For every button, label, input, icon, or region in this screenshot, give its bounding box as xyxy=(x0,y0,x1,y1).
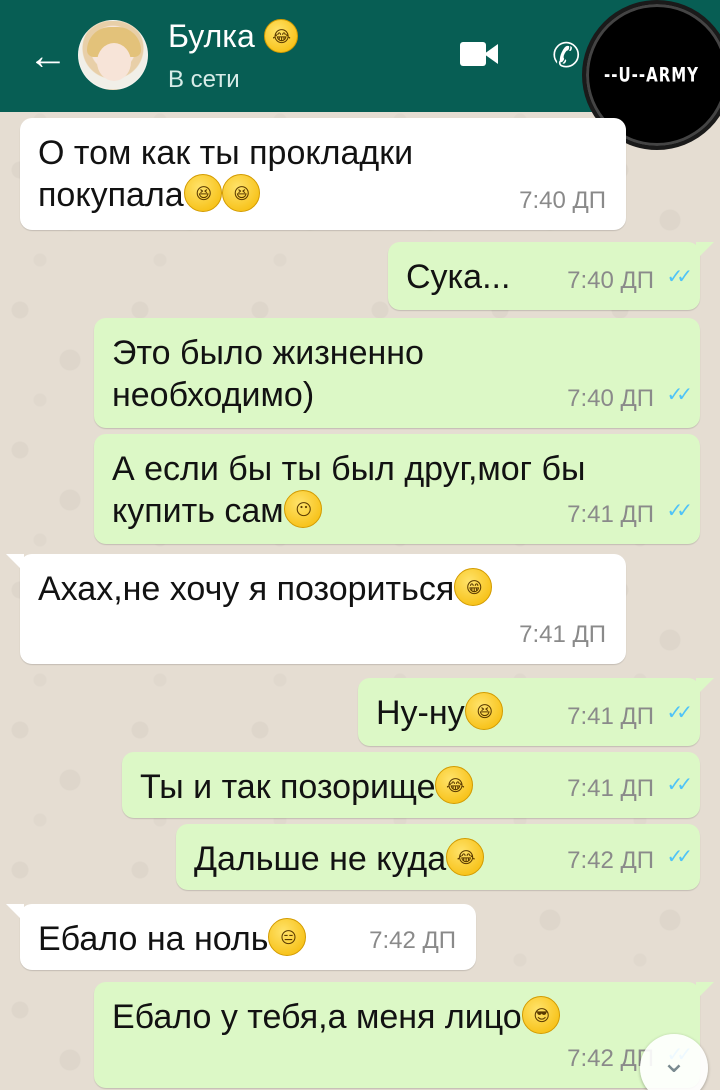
message-time: 7:41 ДП xyxy=(567,775,654,802)
message-time: 7:41 ДП xyxy=(567,703,654,730)
message-outgoing[interactable]: Сука... 7:40 ДП ✓✓ xyxy=(388,242,714,310)
message-time: 7:42 ДП xyxy=(369,927,456,954)
double-chevron-down-icon: ⌄ xyxy=(661,1046,687,1079)
message-time: 7:40 ДП xyxy=(567,267,654,294)
message-outgoing[interactable]: Ну-ну 😆 7:41 ДП ✓✓ xyxy=(358,678,714,746)
message-text: Ахах,не хочу я позориться xyxy=(38,570,455,608)
contact-status: В сети xyxy=(168,66,240,93)
message-time: 7:40 ДП xyxy=(567,385,654,412)
double-check-icon: ✓✓ xyxy=(666,384,692,406)
double-check-icon: ✓✓ xyxy=(666,702,692,724)
message-outgoing[interactable]: Дальше не куда 😂 7:42 ДП ✓✓ xyxy=(176,824,700,890)
expressionless-emoji: 😑 xyxy=(268,918,307,956)
message-text: Сука... xyxy=(406,258,511,296)
message-time: 7:41 ДП xyxy=(567,501,654,528)
tears-of-joy-emoji: 😂 xyxy=(263,19,298,53)
double-check-icon: ✓✓ xyxy=(666,266,692,288)
tears-of-joy-emoji: 😂 xyxy=(435,766,474,804)
laughing-emoji: 😆 xyxy=(464,692,503,730)
message-outgoing[interactable]: Ебало у тебя,а меня лицо😎 7:42 ДП ✓✓ xyxy=(94,982,714,1088)
message-outgoing[interactable]: А если бы ты был друг,мог бы купить сам 😶… xyxy=(94,434,700,544)
message-text: Ну-ну xyxy=(376,694,465,732)
double-check-icon: ✓✓ xyxy=(666,500,692,522)
grin-emoji: 😁 xyxy=(454,568,493,606)
message-text: А если бы ты был друг,мог бы купить сам xyxy=(112,450,586,530)
arrow-left-icon[interactable]: ← xyxy=(26,34,70,78)
hushed-emoji: 😶 xyxy=(283,490,322,528)
message-incoming[interactable]: Ебало на ноль 😑 7:42 ДП xyxy=(6,904,476,970)
message-text: Ебало на ноль xyxy=(38,920,269,958)
message-outgoing[interactable]: Ты и так позорище 😂 7:41 ДП ✓✓ xyxy=(122,752,700,818)
message-outgoing[interactable]: Это было жизненно необходимо) 7:40 ДП ✓✓ xyxy=(94,318,700,428)
double-check-icon: ✓✓ xyxy=(666,846,692,868)
message-text: Дальше не куда xyxy=(194,840,447,878)
message-text: Это было жизненно необходимо) xyxy=(112,334,424,414)
contact-name[interactable]: Булка 😂 xyxy=(168,18,298,55)
tears-of-joy-emoji: 😂 xyxy=(446,838,485,876)
message-incoming[interactable]: Ахах,не хочу я позориться 😁 7:41 ДП xyxy=(6,554,626,664)
message-time: 7:40 ДП xyxy=(519,187,606,214)
message-time: 7:42 ДП xyxy=(567,847,654,874)
double-check-icon: ✓✓ xyxy=(666,774,692,796)
avatar[interactable] xyxy=(78,20,148,90)
video-call-icon[interactable] xyxy=(460,40,500,70)
message-incoming[interactable]: О том как ты прокладки покупала 😆 😆 7:40 Д… xyxy=(20,118,626,230)
laughing-emoji: 😆 xyxy=(183,174,222,212)
watermark-text: --U--ARMY xyxy=(604,63,700,87)
laughing-emoji: 😆 xyxy=(221,174,260,212)
sunglasses-emoji: 😎 xyxy=(521,996,560,1034)
message-text: Ты и так позорище xyxy=(140,768,436,806)
message-time: 7:41 ДП xyxy=(519,621,606,648)
message-text: Ебало у тебя,а меня лицо xyxy=(112,998,522,1036)
